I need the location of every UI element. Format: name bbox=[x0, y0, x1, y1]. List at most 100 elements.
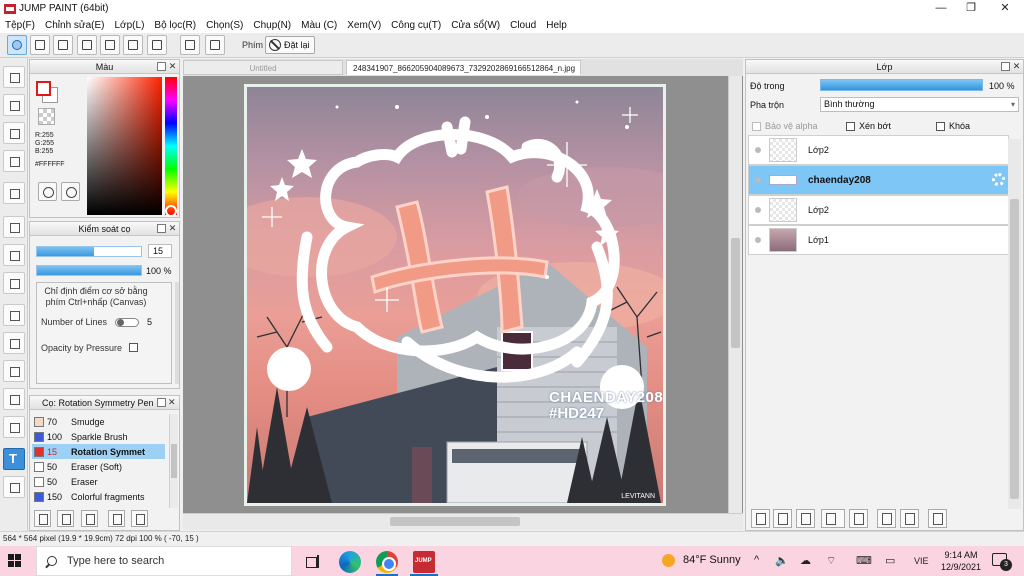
brush-folder-button[interactable] bbox=[131, 510, 148, 527]
text-tool-icon[interactable] bbox=[3, 448, 25, 470]
foreground-color-swatch[interactable] bbox=[36, 81, 51, 96]
canvas-area[interactable]: CHAENDAY208 #HD247 LEVITANN bbox=[183, 76, 743, 513]
visibility-eye-icon[interactable] bbox=[755, 177, 761, 183]
clipping-option[interactable]: Xén bớt bbox=[846, 121, 891, 131]
new-layer-folder-button[interactable] bbox=[773, 509, 792, 528]
float-panel-icon[interactable] bbox=[157, 62, 166, 71]
new-brush-button[interactable] bbox=[57, 510, 74, 527]
visibility-eye-icon[interactable] bbox=[755, 147, 761, 153]
protect-alpha-checkbox[interactable] bbox=[752, 121, 761, 131]
brush-tool-icon[interactable] bbox=[3, 66, 25, 88]
chrome-browser-icon[interactable] bbox=[376, 551, 398, 573]
float-panel-icon[interactable] bbox=[157, 398, 166, 407]
add-layer-menu-button[interactable] bbox=[821, 509, 845, 528]
float-panel-icon[interactable] bbox=[157, 224, 166, 233]
brush-menu-button[interactable] bbox=[81, 510, 98, 527]
canvas-hscroll-thumb[interactable] bbox=[390, 517, 520, 526]
windows-start-icon[interactable] bbox=[8, 554, 22, 568]
lock-checkbox[interactable] bbox=[936, 121, 945, 131]
input-language[interactable]: VIE bbox=[914, 556, 929, 566]
brush-opacity-slider[interactable] bbox=[36, 265, 142, 276]
close-button[interactable]: ✕ bbox=[988, 0, 1022, 17]
export-button[interactable] bbox=[30, 35, 50, 55]
restore-button[interactable]: ❐ bbox=[954, 0, 988, 17]
select-rect-tool-icon[interactable] bbox=[3, 304, 25, 326]
palette-button[interactable] bbox=[38, 182, 57, 201]
chevron-up-icon[interactable]: ^ bbox=[754, 554, 759, 566]
number-of-lines-slider[interactable] bbox=[115, 318, 139, 327]
layer-row[interactable]: Lớp1 bbox=[748, 225, 1009, 255]
menu-layer[interactable]: Lớp(L) bbox=[110, 20, 150, 31]
taskbar-clock[interactable]: 9:14 AM 12/9/2021 bbox=[938, 549, 984, 573]
close-panel-icon[interactable]: ✕ bbox=[168, 224, 177, 233]
edge-browser-icon[interactable] bbox=[339, 551, 361, 573]
taskbar-search-box[interactable]: Type here to search bbox=[36, 546, 292, 576]
text-layer-button[interactable] bbox=[796, 509, 815, 528]
brush-item[interactable]: 50 Eraser bbox=[32, 474, 165, 489]
duplicate-layer-button[interactable] bbox=[877, 509, 896, 528]
sun-weather-icon[interactable] bbox=[662, 554, 675, 567]
move-tool-icon[interactable] bbox=[3, 182, 25, 204]
close-panel-icon[interactable]: ✕ bbox=[168, 398, 177, 407]
redo-button[interactable] bbox=[205, 35, 225, 55]
canvas-vscroll-thumb[interactable] bbox=[731, 238, 740, 348]
close-panel-icon[interactable]: ✕ bbox=[1012, 62, 1021, 71]
tab-untitled[interactable]: Untitled bbox=[183, 60, 343, 75]
select-eraser-tool-icon[interactable] bbox=[3, 416, 25, 438]
task-view-icon[interactable] bbox=[302, 551, 324, 573]
layer-row-selected[interactable]: chaenday208 bbox=[748, 165, 1009, 195]
brush-item[interactable]: 70 Smudge bbox=[32, 414, 165, 429]
menu-file[interactable]: Tệp(F) bbox=[0, 20, 40, 31]
pen-tool-icon[interactable] bbox=[3, 150, 25, 172]
menu-cloud[interactable]: Cloud bbox=[505, 20, 541, 31]
brush-item[interactable]: 150 Colorful fragments bbox=[32, 489, 165, 504]
menu-color[interactable]: Màu (C) bbox=[296, 20, 342, 31]
close-panel-icon[interactable]: ✕ bbox=[168, 62, 177, 71]
select-pen-tool-icon[interactable] bbox=[3, 388, 25, 410]
visibility-eye-icon[interactable] bbox=[755, 207, 761, 213]
menu-edit[interactable]: Chỉnh sửa(E) bbox=[40, 20, 110, 31]
brush-item[interactable]: 50 Eraser (Soft) bbox=[32, 459, 165, 474]
merge-layer-button[interactable] bbox=[900, 509, 919, 528]
brush-item[interactable]: 100 Sparkle Brush bbox=[32, 429, 165, 444]
saturation-value-picker[interactable] bbox=[87, 77, 162, 215]
hue-slider[interactable] bbox=[165, 77, 177, 215]
brush-list-scrollbar[interactable] bbox=[169, 414, 178, 508]
brush-list-scroll-thumb[interactable] bbox=[171, 444, 177, 478]
folder-button[interactable] bbox=[849, 509, 868, 528]
new-layer-button[interactable] bbox=[751, 509, 770, 528]
clipping-checkbox[interactable] bbox=[846, 121, 855, 131]
delete-layer-button[interactable] bbox=[928, 509, 947, 528]
eraser-tool-icon[interactable] bbox=[3, 94, 25, 116]
gradient-tool-icon[interactable] bbox=[3, 272, 25, 294]
fill-rect-tool-icon[interactable] bbox=[3, 216, 25, 238]
jump-paint-taskbar-icon[interactable] bbox=[413, 551, 435, 573]
weather-text[interactable]: 84°F Sunny bbox=[683, 554, 741, 566]
brush-size-input[interactable]: 15 bbox=[148, 244, 172, 258]
layer-scroll-thumb[interactable] bbox=[1010, 199, 1019, 499]
menu-window[interactable]: Cửa sổ(W) bbox=[446, 20, 505, 31]
canvas-vertical-scrollbar[interactable] bbox=[728, 76, 742, 513]
opacity-by-pressure-checkbox[interactable] bbox=[129, 343, 138, 352]
brush-settings-button[interactable] bbox=[108, 510, 125, 527]
menu-capture[interactable]: Chụp(N) bbox=[248, 20, 296, 31]
minimize-button[interactable]: — bbox=[924, 0, 958, 17]
layer-row[interactable]: Lớp2 bbox=[748, 135, 1009, 165]
transparent-color-swatch[interactable] bbox=[38, 108, 55, 125]
gear-icon[interactable] bbox=[992, 173, 1005, 186]
eyedropper-tool-icon[interactable] bbox=[3, 476, 25, 498]
protect-alpha-option[interactable]: Bảo vệ alpha bbox=[752, 121, 818, 131]
grid-button[interactable] bbox=[147, 35, 167, 55]
layer-list-scrollbar[interactable] bbox=[1008, 139, 1021, 509]
menu-tools[interactable]: Công cụ(T) bbox=[386, 20, 446, 31]
undo-button[interactable] bbox=[180, 35, 200, 55]
keyboard-icon[interactable]: ⌨ bbox=[856, 554, 872, 567]
brush-options-scrollbar[interactable] bbox=[175, 282, 179, 384]
tab-current-image[interactable]: 248341907_866205904089673_73292028691665… bbox=[346, 60, 581, 75]
cloud-tray-icon[interactable]: ☁ bbox=[800, 554, 811, 567]
network-icon[interactable]: ▭ bbox=[885, 554, 895, 567]
menu-view[interactable]: Xem(V) bbox=[342, 20, 386, 31]
menu-help[interactable]: Help bbox=[541, 20, 572, 31]
menu-select[interactable]: Chọn(S) bbox=[201, 20, 248, 31]
hue-marker[interactable] bbox=[165, 205, 177, 217]
